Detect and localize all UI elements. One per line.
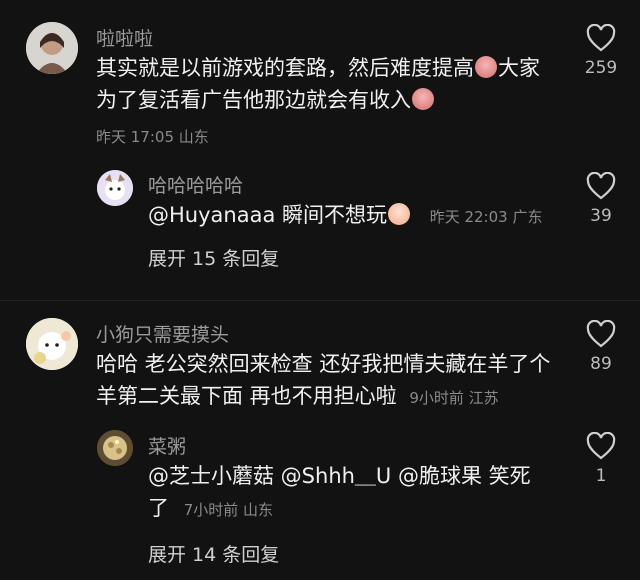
comment-text-line2: 为了复活看广告他那边就会有收入 [96, 88, 411, 112]
reply-username[interactable]: 菜粥 [148, 432, 186, 459]
like-count: 259 [584, 58, 618, 78]
heart-outline-icon [586, 24, 616, 52]
shy-face-emoji [388, 203, 410, 225]
comment-1: 啦啦啦 其实就是以前游戏的套路，然后难度提高 大家 为了复活看广告他那边就会有收入… [0, 0, 640, 290]
like-count: 1 [595, 466, 607, 486]
reply-text: @芝士小蘑菇 @Shhh＿U @脆球果 笑死 了 7小时前 山东 [148, 460, 568, 526]
reply-text-body: 瞬间不想玩 [275, 203, 387, 227]
reply-username[interactable]: 哈哈哈哈哈 [148, 171, 243, 198]
expand-replies-button[interactable]: 展开 15 条回复 [148, 244, 279, 271]
crying-face-emoji [412, 88, 434, 110]
heart-outline-icon [586, 320, 616, 348]
avatar[interactable] [26, 22, 78, 74]
comment-text-line1: 哈哈 老公突然回来检查 还好我把情夫藏在羊了个 [96, 352, 551, 376]
expand-replies-button[interactable]: 展开 14 条回复 [148, 540, 279, 567]
comment-text: 哈哈 老公突然回来检查 还好我把情夫藏在羊了个 羊第二关最下面 再也不用担心啦 … [96, 348, 566, 414]
comment-meta: 9小时前 江苏 [409, 389, 499, 407]
crying-face-emoji [475, 56, 497, 78]
like-button[interactable]: 259 [571, 24, 631, 78]
comment-text-line1: 其实就是以前游戏的套路，然后难度提高 [96, 56, 474, 80]
reply-text-line2: 了 [148, 496, 169, 520]
comment-text: 其实就是以前游戏的套路，然后难度提高 大家 为了复活看广告他那边就会有收入 [96, 52, 566, 116]
reply-meta: 7小时前 山东 [183, 501, 273, 519]
reply-like-button[interactable]: 1 [571, 432, 631, 486]
username[interactable]: 小狗只需要摸头 [96, 320, 229, 347]
like-count: 89 [590, 354, 612, 374]
reply-avatar[interactable] [97, 430, 133, 466]
reply-mention[interactable]: @Huyanaaa [148, 203, 275, 227]
comment-2: 小狗只需要摸头 哈哈 老公突然回来检查 还好我把情夫藏在羊了个 羊第二关最下面 … [0, 300, 640, 580]
reply-text: @Huyanaaa 瞬间不想玩 昨天 22:03 广东 [148, 199, 568, 233]
comment-meta: 昨天 17:05 山东 [96, 128, 209, 146]
reply-avatar[interactable] [97, 170, 133, 206]
comment-text-line2: 羊第二关最下面 再也不用担心啦 [96, 384, 397, 408]
like-count: 39 [590, 206, 612, 226]
reply-meta: 昨天 22:03 广东 [429, 208, 543, 226]
avatar[interactable] [26, 318, 78, 370]
like-button[interactable]: 89 [571, 320, 631, 374]
reply-like-button[interactable]: 39 [571, 172, 631, 226]
heart-outline-icon [586, 432, 616, 460]
comment-text-line1b: 大家 [498, 56, 540, 80]
heart-outline-icon [586, 172, 616, 200]
reply-text-line1: @芝士小蘑菇 @Shhh＿U @脆球果 笑死 [148, 464, 531, 488]
username[interactable]: 啦啦啦 [96, 24, 153, 51]
